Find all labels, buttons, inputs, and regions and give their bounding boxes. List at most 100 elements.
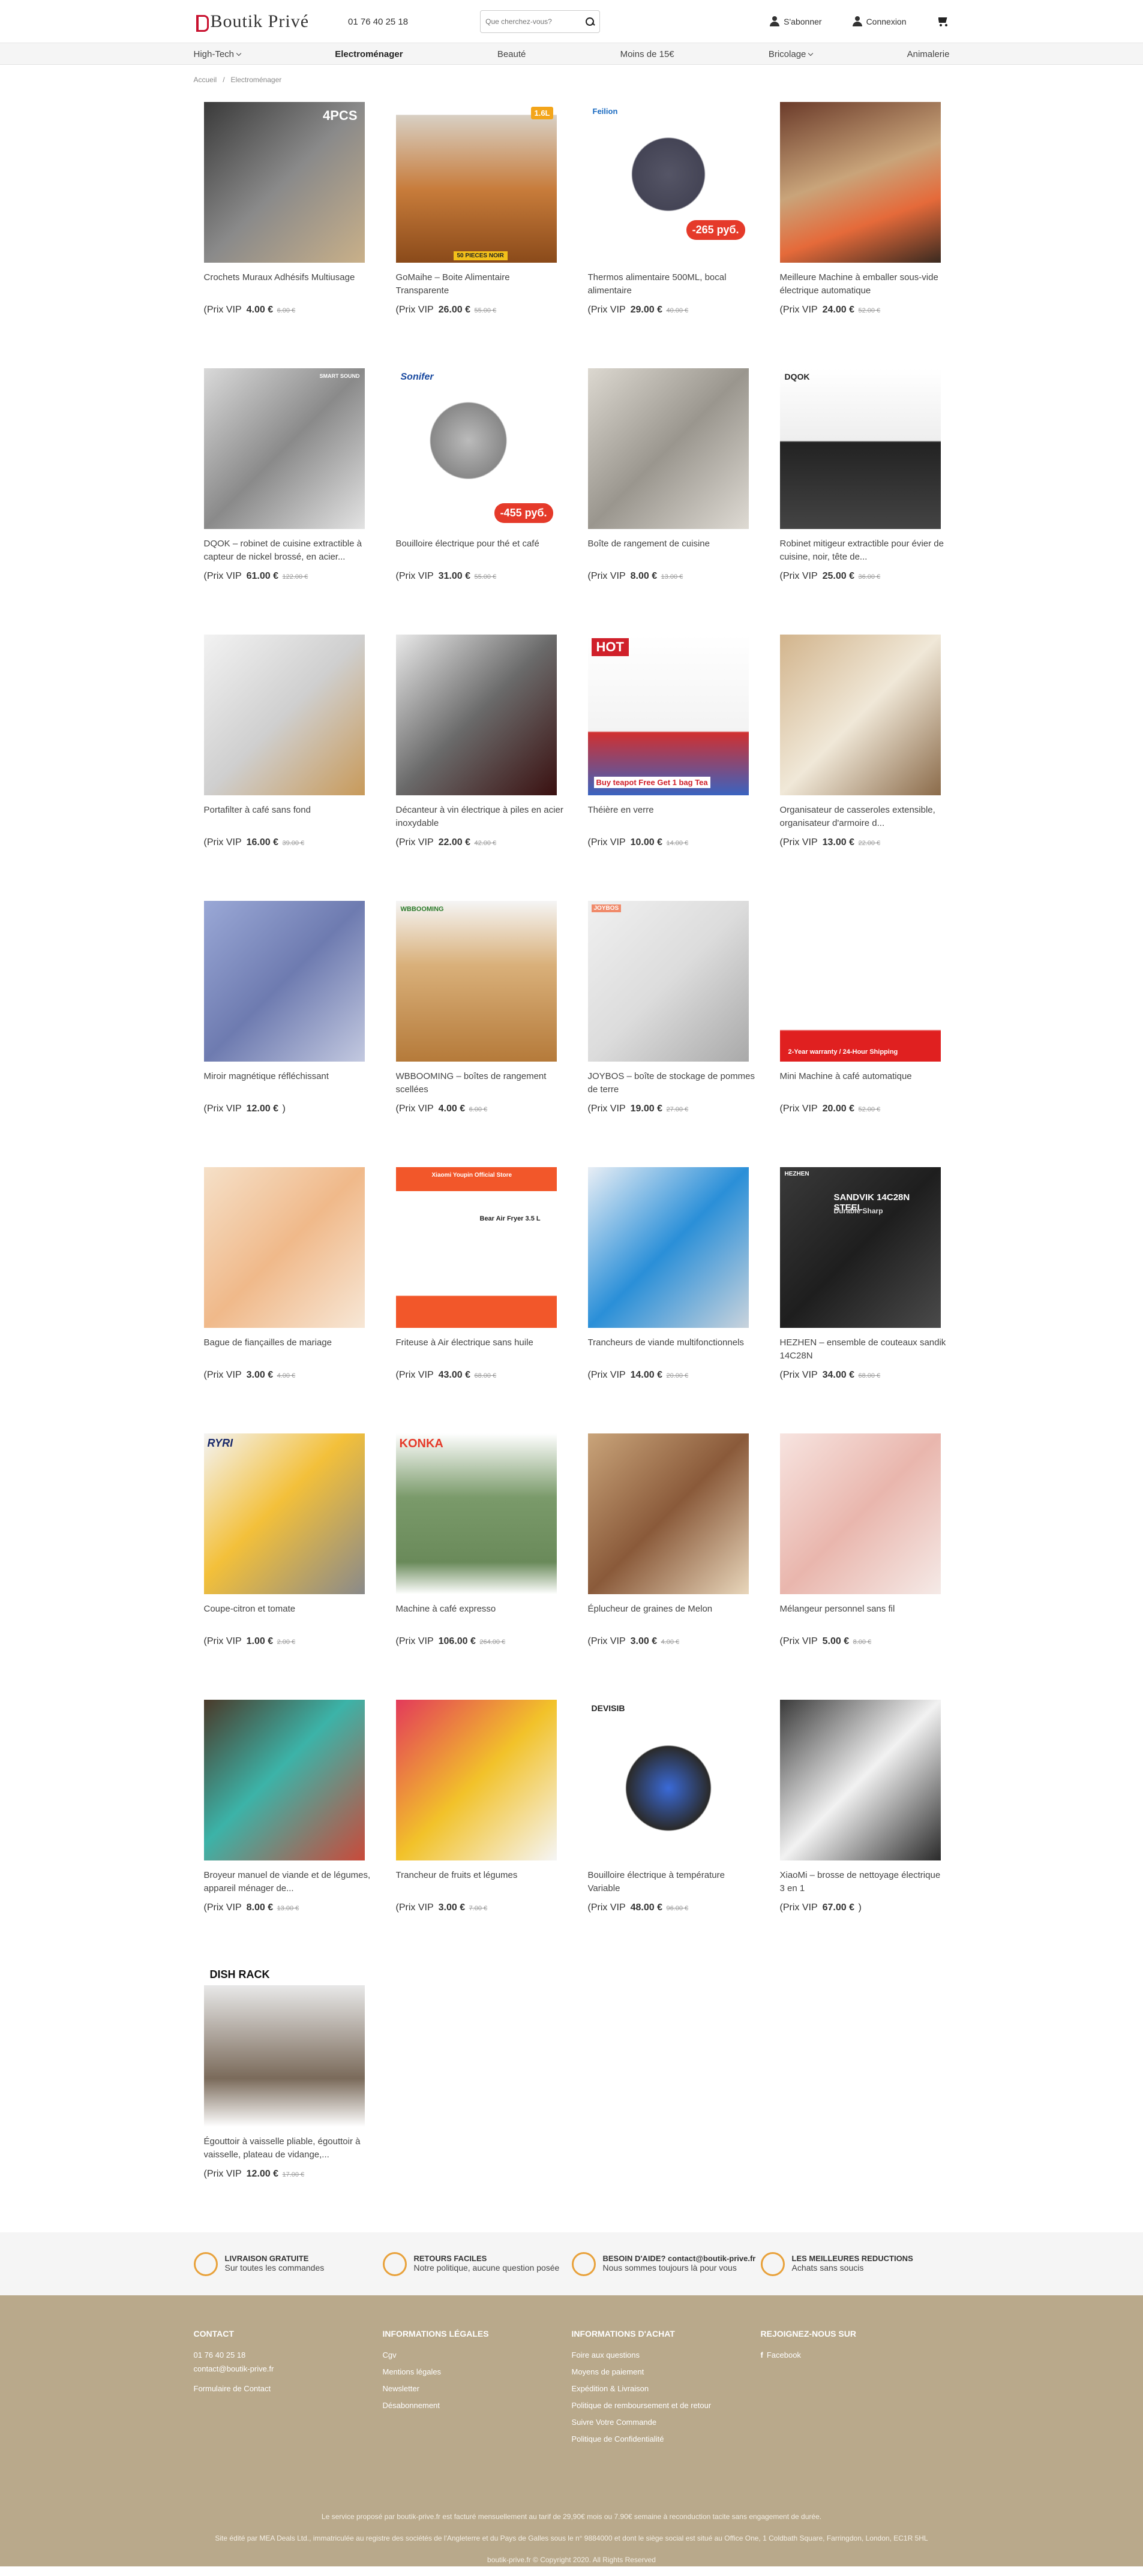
nav-item-moins-de-15[interactable]: Moins de 15€ xyxy=(620,49,674,59)
nav-item-animalerie[interactable]: Animalerie xyxy=(907,49,950,59)
footer-link[interactable]: Foire aux questions xyxy=(572,2347,761,2364)
product-name[interactable]: Robinet mitigeur extractible pour évier … xyxy=(780,537,948,564)
product-image[interactable]: SMART SOUND xyxy=(203,368,365,529)
product-name[interactable]: Théière en verre xyxy=(588,804,756,830)
product-card[interactable]: Portafilter à café sans fond (Prix VIP 16.… xyxy=(194,635,386,901)
product-card[interactable]: 4PCS Crochets Muraux Adhésifs Multiusage (… xyxy=(194,102,386,368)
product-name[interactable]: Crochets Muraux Adhésifs Multiusage xyxy=(204,271,372,297)
product-card[interactable]: DEVISIB Bouilloire électrique à températu… xyxy=(578,1700,770,1966)
product-image[interactable] xyxy=(395,1700,557,1860)
product-image[interactable]: Sonifer -455 руб. xyxy=(395,368,557,529)
product-name[interactable]: Bouilloire électrique à température Vari… xyxy=(588,1869,756,1895)
product-card[interactable]: 1.6L 50 PIECES NOIR GoMaihe – Boite Alimen… xyxy=(386,102,578,368)
breadcrumb-home[interactable]: Accueil xyxy=(194,76,217,84)
product-name[interactable]: Éplucheur de graines de Melon xyxy=(588,1603,756,1629)
product-card[interactable]: XiaoMi – brosse de nettoyage électrique … xyxy=(770,1700,962,1966)
product-name[interactable]: XiaoMi – brosse de nettoyage électrique … xyxy=(780,1869,948,1895)
product-card[interactable]: WBBOOMING WBBOOMING – boîtes de rangement… xyxy=(386,901,578,1167)
product-name[interactable]: Trancheurs de viande multifonctionnels xyxy=(588,1336,756,1363)
product-image[interactable] xyxy=(587,1167,749,1328)
product-image[interactable]: KONKA OFFICIAL STORE 2-Year warranty / 24… xyxy=(779,901,941,1062)
footer-link[interactable]: Désabonnement xyxy=(383,2397,572,2414)
product-card[interactable]: RYRI Coupe-citron et tomate (Prix VIP 1.00 … xyxy=(194,1433,386,1700)
product-card[interactable]: DQOK Robinet mitigeur extractible pour év… xyxy=(770,368,962,635)
product-image[interactable]: WBBOOMING xyxy=(395,901,557,1062)
product-image[interactable] xyxy=(779,102,941,263)
product-card[interactable]: Miroir magnétique réfléchissant (Prix VIP… xyxy=(194,901,386,1167)
product-card[interactable]: Bague de fiançailles de mariage (Prix VIP… xyxy=(194,1167,386,1433)
product-image[interactable]: DQOK xyxy=(779,368,941,529)
product-name[interactable]: Portafilter à café sans fond xyxy=(204,804,372,830)
footer-link[interactable]: Newsletter xyxy=(383,2380,572,2397)
product-image[interactable] xyxy=(587,1433,749,1594)
product-image[interactable] xyxy=(395,635,557,795)
product-card[interactable]: Trancheur de fruits et légumes (Prix VIP 3… xyxy=(386,1700,578,1966)
product-name[interactable]: Décanteur à vin électrique à piles en ac… xyxy=(396,804,564,830)
product-name[interactable]: Trancheur de fruits et légumes xyxy=(396,1869,564,1895)
product-name[interactable]: JOYBOS – boîte de stockage de pommes de … xyxy=(588,1070,756,1096)
footer-link[interactable]: Suivre Votre Commande xyxy=(572,2414,761,2431)
product-card[interactable]: KONKA OFFICIAL STORE 2-Year warranty / 24… xyxy=(770,901,962,1167)
product-image[interactable] xyxy=(779,1433,941,1594)
product-card[interactable]: Organisateur de casseroles extensible, o… xyxy=(770,635,962,901)
product-card[interactable]: Sonifer -455 руб. Bouilloire électrique po… xyxy=(386,368,578,635)
footer-link[interactable]: Politique de Confidentialité xyxy=(572,2431,761,2448)
footer-link[interactable]: Mentions légales xyxy=(383,2364,572,2380)
product-card[interactable]: Feilion -265 руб. Thermos alimentaire 500M… xyxy=(578,102,770,368)
product-card[interactable]: Décanteur à vin électrique à piles en ac… xyxy=(386,635,578,901)
product-name[interactable]: Coupe-citron et tomate xyxy=(204,1603,372,1629)
product-name[interactable]: Machine à café expresso xyxy=(396,1603,564,1629)
nav-item-electromenager[interactable]: Electroménager xyxy=(335,49,403,59)
product-card[interactable]: Meilleure Machine à emballer sous-vide é… xyxy=(770,102,962,368)
header-phone[interactable]: 01 76 40 25 18 xyxy=(348,17,408,27)
nav-item-beaute[interactable]: Beauté xyxy=(497,49,526,59)
product-card[interactable]: HEZHEN SANDVIK 14C28N STEEL Durable Sharp H… xyxy=(770,1167,962,1433)
product-image[interactable]: 1.6L 50 PIECES NOIR xyxy=(395,102,557,263)
product-card[interactable]: KONKA Machine à café expresso (Prix VIP 106… xyxy=(386,1433,578,1700)
product-card[interactable]: DISH RACK Égouttoir à vaisselle pliable, … xyxy=(194,1966,386,2232)
footer-contact-form-link[interactable]: Formulaire de Contact xyxy=(194,2380,383,2397)
product-name[interactable]: Broyeur manuel de viande et de légumes, … xyxy=(204,1869,372,1895)
product-card[interactable]: Éplucheur de graines de Melon (Prix VIP 3.… xyxy=(578,1433,770,1700)
product-card[interactable]: Broyeur manuel de viande et de légumes, … xyxy=(194,1700,386,1966)
product-image[interactable]: HOT Buy teapot Free Get 1 bag Tea xyxy=(587,635,749,795)
product-card[interactable]: Xiaomi Youpin Official Store Bear Air Fry… xyxy=(386,1167,578,1433)
product-name[interactable]: Boîte de rangement de cuisine xyxy=(588,537,756,564)
product-name[interactable]: Égouttoir à vaisselle pliable, égouttoir… xyxy=(204,2135,372,2162)
product-name[interactable]: Mélangeur personnel sans fil xyxy=(780,1603,948,1629)
product-card[interactable]: HOT Buy teapot Free Get 1 bag Tea Théière … xyxy=(578,635,770,901)
product-image[interactable] xyxy=(779,1700,941,1860)
product-name[interactable]: HEZHEN – ensemble de couteaux sandik 14C… xyxy=(780,1336,948,1363)
footer-link[interactable]: Moyens de paiement xyxy=(572,2364,761,2380)
footer-email[interactable]: contact@boutik-prive.fr xyxy=(194,2364,383,2374)
product-name[interactable]: Mini Machine à café automatique xyxy=(780,1070,948,1096)
product-image[interactable] xyxy=(203,1700,365,1860)
product-name[interactable]: Miroir magnétique réfléchissant xyxy=(204,1070,372,1096)
product-name[interactable]: Bague de fiançailles de mariage xyxy=(204,1336,372,1363)
product-card[interactable]: Boîte de rangement de cuisine (Prix VIP 8.… xyxy=(578,368,770,635)
footer-link[interactable]: Expédition & Livraison xyxy=(572,2380,761,2397)
footer-link[interactable]: Politique de remboursement et de retour xyxy=(572,2397,761,2414)
product-image[interactable]: Xiaomi Youpin Official Store Bear Air Fry… xyxy=(395,1167,557,1328)
product-name[interactable]: WBBOOMING – boîtes de rangement scellées xyxy=(396,1070,564,1096)
product-card[interactable]: JOYBOS JOYBOS – boîte de stockage de pomm… xyxy=(578,901,770,1167)
product-card[interactable]: Mélangeur personnel sans fil (Prix VIP 5.0… xyxy=(770,1433,962,1700)
product-card[interactable]: SMART SOUND DQOK – robinet de cuisine ext… xyxy=(194,368,386,635)
product-image[interactable] xyxy=(203,901,365,1062)
product-image[interactable]: DEVISIB xyxy=(587,1700,749,1860)
product-name[interactable]: Bouilloire électrique pour thé et café xyxy=(396,537,564,564)
product-card[interactable]: Trancheurs de viande multifonctionnels (P… xyxy=(578,1167,770,1433)
product-image[interactable]: HEZHEN SANDVIK 14C28N STEEL Durable Sharp xyxy=(779,1167,941,1328)
product-name[interactable]: GoMaihe – Boite Alimentaire Transparente xyxy=(396,271,564,297)
product-image[interactable]: DISH RACK xyxy=(203,1966,365,2127)
subscribe-link[interactable]: S'abonner xyxy=(769,16,822,27)
product-image[interactable]: JOYBOS xyxy=(587,901,749,1062)
product-name[interactable]: Meilleure Machine à emballer sous-vide é… xyxy=(780,271,948,297)
brand-logo[interactable]: Boutik Privé xyxy=(194,11,310,32)
footer-link[interactable]: Cgv xyxy=(383,2347,572,2364)
product-image[interactable] xyxy=(779,635,941,795)
product-name[interactable]: Thermos alimentaire 500ML, bocal aliment… xyxy=(588,271,756,297)
nav-item-bricolage[interactable]: Bricolage xyxy=(769,49,814,59)
cart-icon[interactable] xyxy=(937,16,950,27)
product-image[interactable]: 4PCS xyxy=(203,102,365,263)
